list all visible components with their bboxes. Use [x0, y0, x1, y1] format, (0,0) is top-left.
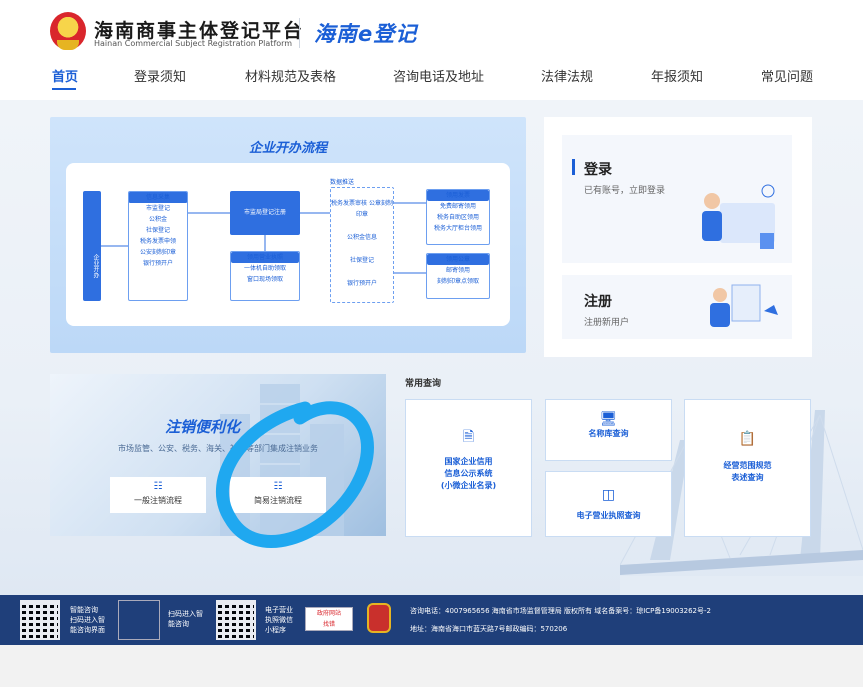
- gsxt-query-card[interactable]: 🗎 国家企业信用 信息公示系统 (小微企业名录): [405, 399, 532, 537]
- business-scope-line1: 经营范围规范: [723, 461, 772, 470]
- nav-login-notice[interactable]: 登录须知: [134, 66, 186, 85]
- nav-contact[interactable]: 咨询电话及地址: [393, 66, 484, 85]
- flow-diagram: 企业开办 信息采集 市监登记 公积金 社保登记 税务发票申领 公安刻制印章 银行…: [66, 163, 510, 326]
- qr1-caption-line: 能咨询界面: [70, 626, 105, 634]
- qr2-caption-line: 扫码进入智: [168, 610, 203, 618]
- register-title: 注册: [584, 294, 612, 310]
- monitor-icon: 🖥: [599, 411, 618, 427]
- nav-materials[interactable]: 材料规范及表格: [245, 66, 336, 85]
- flow-title: 企业开办流程: [248, 141, 327, 156]
- police-badge-icon[interactable]: [367, 603, 391, 633]
- qr1-caption-line: 智能咨询: [70, 606, 98, 614]
- login-title: 登录: [584, 162, 612, 178]
- footer-contact-line: 咨询电话：4007965656 海南省市场监督管理局 版权所有 域名备案号：琼I…: [410, 607, 711, 615]
- site-subtitle: Hainan Commercial Subject Registration P…: [94, 39, 293, 48]
- business-scope-line2: 表述查询: [731, 473, 764, 482]
- id-card-icon: ◫: [601, 487, 616, 503]
- nav-laws[interactable]: 法律法规: [541, 66, 593, 85]
- nav-faq[interactable]: 常见问题: [761, 66, 813, 85]
- login-illustration-icon: [702, 184, 775, 249]
- qr3-caption-line: 小程序: [265, 626, 286, 634]
- broken-image-icon: [118, 600, 160, 640]
- nav-annual-report[interactable]: 年报须知: [651, 66, 703, 85]
- register-illustration-icon: [710, 284, 778, 327]
- general-deregistration-label: 一般注销流程: [134, 496, 182, 505]
- gov-badge-line: 政府网站: [316, 610, 341, 617]
- general-deregistration-button[interactable]: ☷ 一般注销流程: [110, 477, 206, 513]
- national-emblem-icon: [50, 12, 86, 50]
- gsxt-line3: (小微企业名录): [440, 481, 497, 490]
- gov-site-error-badge[interactable]: 政府网站 找错: [305, 607, 353, 631]
- smart-consult-qr-code: [20, 600, 60, 640]
- main-nav: 首页 登录须知 材料规范及表格 咨询电话及地址 法律法规 年报须知 常见问题: [0, 66, 863, 88]
- qr3-caption: 电子营业执照微信小程序: [265, 605, 293, 635]
- logo-divider: [299, 18, 300, 48]
- site-footer: 智能咨询扫码进入智能咨询界面 扫码进入智能咨询 电子营业执照微信小程序 政府网站…: [0, 595, 863, 645]
- business-scope-query-card[interactable]: 📋 经营范围规范 表述查询: [684, 399, 811, 537]
- footer-address-line: 地址：海南省海口市蓝天路7号邮政编码：570206: [410, 625, 568, 633]
- login-subtitle: 已有账号，立即登录: [584, 186, 666, 196]
- nav-home[interactable]: 首页: [52, 66, 78, 85]
- nav-active-indicator: [52, 88, 76, 90]
- e-license-label: 电子营业执照查询: [576, 511, 641, 520]
- gsxt-line1: 国家企业信用: [444, 457, 493, 466]
- e-license-miniprogram-qr-code: [216, 600, 256, 640]
- hand-drawn-circle-annotation: [215, 401, 374, 548]
- qr2-caption: 扫码进入智 能咨询: [168, 609, 203, 629]
- flow-arrows: [101, 202, 426, 274]
- register-card[interactable]: 注册 注册新用户: [562, 275, 792, 339]
- flowchart-icon: ☷: [153, 481, 163, 492]
- account-panel: 登录 已有账号，立即登录 注册 注册新用户: [544, 117, 812, 357]
- common-queries-label: 常用查询: [405, 379, 442, 389]
- gsxt-line2: 信息公示系统: [444, 469, 493, 478]
- page-bottom-blank: [0, 645, 863, 687]
- document-list-icon: 📋: [738, 431, 757, 447]
- e-license-query-card[interactable]: ◫ 电子营业执照查询: [545, 471, 672, 537]
- document-icon: 🗎: [462, 429, 475, 445]
- qr3-caption-line: 执照微信: [265, 616, 293, 624]
- qr3-caption-line: 电子营业: [265, 606, 293, 614]
- name-library-label: 名称库查询: [588, 429, 629, 438]
- qr1-caption: 智能咨询扫码进入智能咨询界面: [70, 605, 105, 635]
- gov-badge-line: 找错: [322, 621, 335, 628]
- register-subtitle: 注册新用户: [584, 318, 630, 328]
- business-startup-flow-banner[interactable]: 企业开办流程 企业开办 信息采集 市监登记 公积金 社保登记 税务发票申领 公安…: [50, 117, 526, 471]
- login-card[interactable]: 登录 已有账号，立即登录: [562, 135, 792, 263]
- qr1-caption-line: 扫码进入智: [70, 616, 105, 624]
- site-header: 海南商事主体登记平台 Hainan Commercial Subject Reg…: [0, 0, 863, 100]
- name-library-query-card[interactable]: 🖥 名称库查询: [545, 399, 672, 461]
- qr2-caption-line: 能咨询: [168, 620, 189, 628]
- login-accent-bar: [572, 159, 575, 175]
- e-register-logo: 海南e登记: [314, 22, 418, 46]
